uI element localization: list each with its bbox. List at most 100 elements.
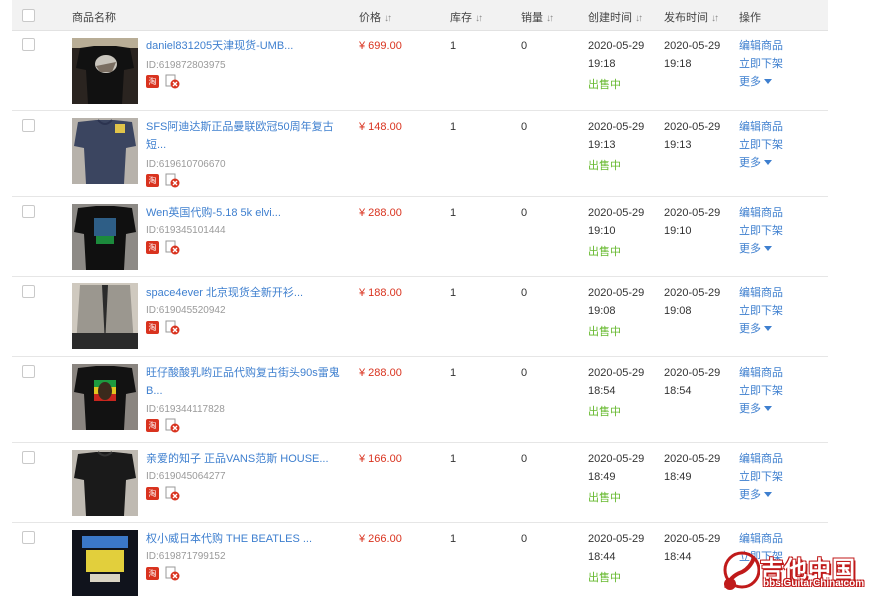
- created-date: 2020-05-29: [588, 207, 645, 219]
- product-title-link[interactable]: 旺仔酸酸乳哟正品代购复古街头90s雷鬼B...: [146, 364, 351, 400]
- column-product-name: 商品名称: [72, 12, 116, 24]
- table-row: SFS阿迪达斯正品曼联欧冠50周年复古短... ID:619610706670 …: [12, 111, 828, 197]
- product-thumbnail[interactable]: [72, 530, 138, 596]
- table-row: 权小威日本代购 THE BEATLES ... ID:619871799152 …: [12, 523, 828, 600]
- chevron-down-icon: [764, 492, 772, 497]
- tao-badge-icon: 淘: [146, 75, 159, 88]
- product-id: ID:619345101444: [146, 225, 226, 236]
- row-checkbox[interactable]: [22, 531, 35, 544]
- edit-product-link[interactable]: 编辑商品: [739, 118, 783, 136]
- published-time: 19:18: [664, 58, 692, 70]
- product-stock: 1: [450, 533, 457, 545]
- column-created[interactable]: 创建时间 ↓↑: [588, 9, 643, 25]
- more-dropdown[interactable]: 更多: [739, 486, 772, 504]
- delist-link[interactable]: 立即下架: [739, 222, 783, 240]
- product-title-link[interactable]: SFS阿迪达斯正品曼联欧冠50周年复古短...: [146, 118, 351, 154]
- delist-link[interactable]: 立即下架: [739, 302, 783, 320]
- more-dropdown[interactable]: 更多: [739, 320, 772, 338]
- product-id: ID:619872803975: [146, 60, 226, 71]
- no-handling-icon: [165, 566, 180, 581]
- column-price[interactable]: 价格 ↓↑: [359, 9, 392, 25]
- more-label: 更多: [739, 323, 761, 335]
- column-sales[interactable]: 销量 ↓↑: [521, 9, 554, 25]
- product-id: ID:619871799152: [146, 551, 226, 562]
- created-time: 19:18: [588, 58, 616, 70]
- column-sales-label: 销量: [521, 12, 543, 24]
- product-id: ID:619045064277: [146, 471, 226, 482]
- product-thumbnail[interactable]: [72, 118, 138, 184]
- published-date: 2020-05-29: [664, 367, 721, 379]
- row-checkbox[interactable]: [22, 285, 35, 298]
- more-dropdown[interactable]: 更多: [739, 400, 772, 418]
- sort-icon[interactable]: ↓↑: [475, 13, 483, 24]
- product-title-link[interactable]: 亲爱的知子 正品VANS范斯 HOUSE...: [146, 450, 351, 468]
- published-date: 2020-05-29: [664, 207, 721, 219]
- delist-link[interactable]: 立即下架: [739, 136, 783, 154]
- created-time: 19:08: [588, 305, 616, 317]
- product-title-link[interactable]: daniel831205天津现货-UMB...: [146, 37, 351, 55]
- product-stock: 1: [450, 40, 457, 52]
- product-sales: 0: [521, 287, 528, 299]
- published-time: 19:13: [664, 139, 692, 151]
- row-checkbox[interactable]: [22, 365, 35, 378]
- product-stock: 1: [450, 207, 457, 219]
- product-stock: 1: [450, 121, 457, 133]
- select-all-checkbox[interactable]: [22, 9, 35, 22]
- created-time: 18:49: [588, 471, 616, 483]
- row-checkbox[interactable]: [22, 38, 35, 51]
- table-row: Wen英国代购-5.18 5k elvi... ID:619345101444 …: [12, 197, 828, 277]
- product-thumbnail[interactable]: [72, 38, 138, 104]
- product-stock: 1: [450, 367, 457, 379]
- product-price: ¥ 699.00: [359, 40, 402, 52]
- sort-icon[interactable]: ↓↑: [546, 13, 554, 24]
- tao-badge-icon: 淘: [146, 567, 159, 580]
- more-dropdown[interactable]: 更多: [739, 154, 772, 172]
- product-thumbnail[interactable]: [72, 450, 138, 516]
- product-sales: 0: [521, 453, 528, 465]
- row-checkbox[interactable]: [22, 451, 35, 464]
- created-time: 19:13: [588, 139, 616, 151]
- chevron-down-icon: [764, 326, 772, 331]
- published-date: 2020-05-29: [664, 121, 721, 133]
- edit-product-link[interactable]: 编辑商品: [739, 364, 783, 382]
- delist-link[interactable]: 立即下架: [739, 382, 783, 400]
- guitar-logo-icon: [723, 551, 760, 590]
- more-dropdown[interactable]: 更多: [739, 73, 772, 91]
- edit-product-link[interactable]: 编辑商品: [739, 450, 783, 468]
- edit-product-link[interactable]: 编辑商品: [739, 37, 783, 55]
- product-thumbnail[interactable]: [72, 283, 138, 349]
- delist-link[interactable]: 立即下架: [739, 55, 783, 73]
- delist-link[interactable]: 立即下架: [739, 468, 783, 486]
- row-checkbox[interactable]: [22, 119, 35, 132]
- sort-icon[interactable]: ↓↑: [711, 13, 719, 24]
- more-dropdown[interactable]: 更多: [739, 240, 772, 258]
- sort-icon[interactable]: ↓↑: [635, 13, 643, 24]
- tao-badge-icon: 淘: [146, 174, 159, 187]
- product-title-link[interactable]: 权小威日本代购 THE BEATLES ...: [146, 530, 351, 548]
- product-title-link[interactable]: Wen英国代购-5.18 5k elvi...: [146, 204, 351, 222]
- published-time: 18:44: [664, 551, 692, 563]
- product-table: 商品名称 价格 ↓↑ 库存 ↓↑ 销量 ↓↑ 创建时间 ↓↑ 发布时间 ↓↑ 操作 dan…: [12, 0, 828, 600]
- edit-product-link[interactable]: 编辑商品: [739, 204, 783, 222]
- table-row: 旺仔酸酸乳哟正品代购复古街头90s雷鬼B... ID:619344117828 …: [12, 357, 828, 443]
- product-title-link[interactable]: space4ever 北京现货全新开衫...: [146, 284, 351, 302]
- product-thumbnail[interactable]: [72, 364, 138, 430]
- edit-product-link[interactable]: 编辑商品: [739, 530, 783, 548]
- tao-badge-icon: 淘: [146, 241, 159, 254]
- column-published-label: 发布时间: [664, 12, 708, 24]
- status-badge: 出售中: [588, 326, 621, 338]
- sort-icon[interactable]: ↓↑: [384, 13, 392, 24]
- product-thumbnail[interactable]: [72, 204, 138, 270]
- product-id: ID:619610706670: [146, 159, 226, 170]
- row-checkbox[interactable]: [22, 205, 35, 218]
- column-created-label: 创建时间: [588, 12, 632, 24]
- more-label: 更多: [739, 489, 761, 501]
- edit-product-link[interactable]: 编辑商品: [739, 284, 783, 302]
- column-stock[interactable]: 库存 ↓↑: [450, 9, 483, 25]
- status-badge: 出售中: [588, 492, 621, 504]
- column-published[interactable]: 发布时间 ↓↑: [664, 9, 719, 25]
- tao-badge-icon: 淘: [146, 487, 159, 500]
- status-badge: 出售中: [588, 572, 621, 584]
- column-actions: 操作: [739, 12, 761, 24]
- product-price: ¥ 188.00: [359, 287, 402, 299]
